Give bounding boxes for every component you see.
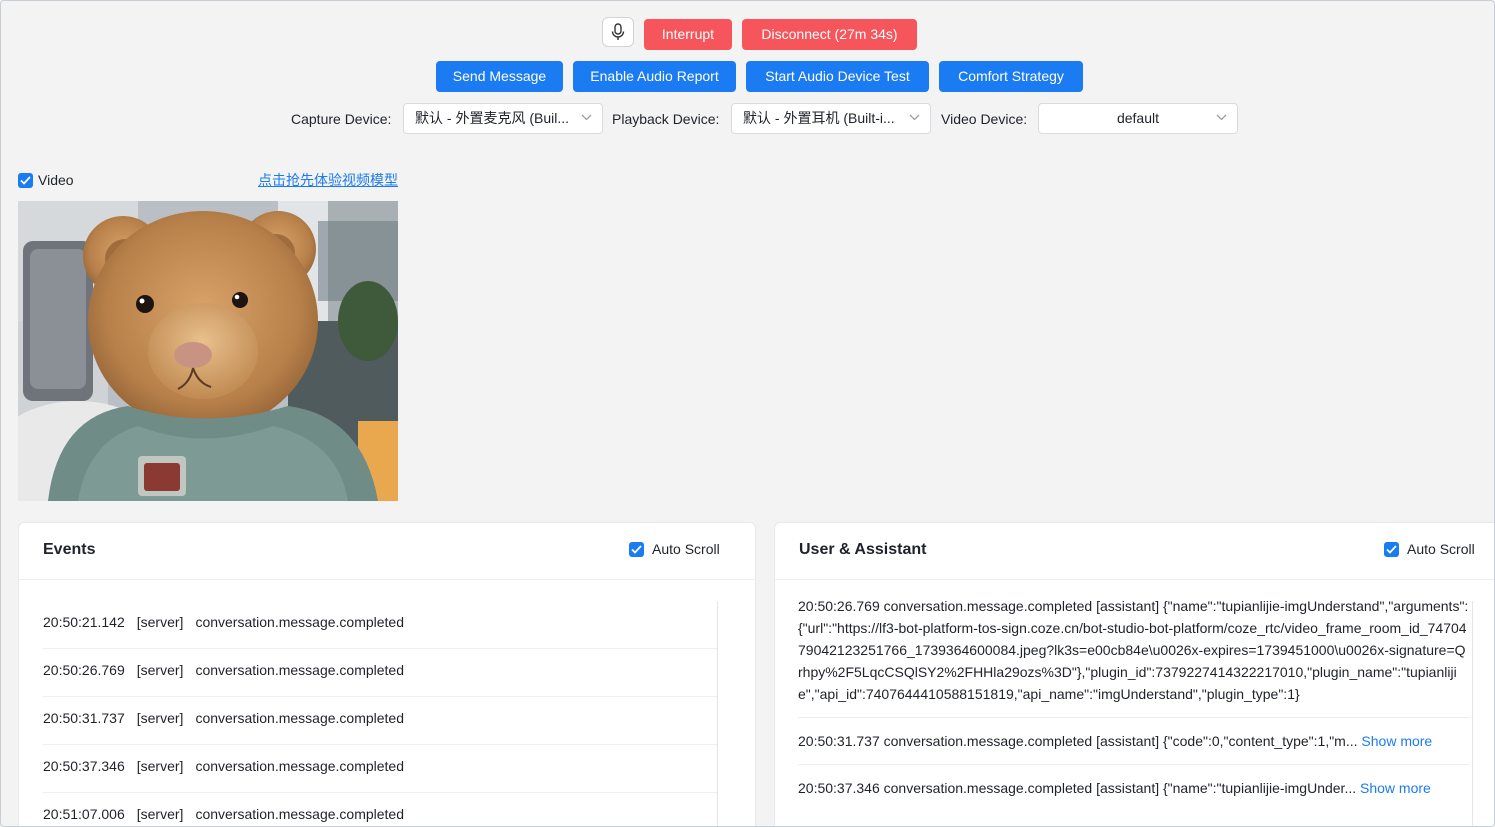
- event-time: 20:50:31.737: [43, 710, 125, 726]
- user-assistant-title: User & Assistant: [799, 541, 927, 558]
- show-more-link[interactable]: Show more: [1360, 780, 1431, 796]
- events-list: 20:50:21.142 [server] conversation.message…: [43, 601, 717, 826]
- message-text: 20:50:37.346 conversation.message.comple…: [798, 780, 1357, 796]
- list-item: 20:50:21.142 [server] conversation.message…: [43, 601, 717, 649]
- chevron-down-icon: [581, 114, 592, 121]
- video-preview: [18, 201, 398, 501]
- video-device-label: Video Device:: [941, 111, 1028, 127]
- video-device-select[interactable]: default: [1038, 103, 1238, 134]
- event-source: [server]: [136, 806, 184, 822]
- playback-device-label: Playback Device:: [612, 111, 720, 127]
- events-panel-header: Events Auto Scroll: [19, 523, 755, 580]
- user-assistant-panel-header: User & Assistant Auto Scroll: [775, 523, 1494, 580]
- checkbox-checked-icon[interactable]: [629, 541, 644, 557]
- event-source: [server]: [136, 614, 184, 630]
- event-source: [server]: [136, 662, 184, 678]
- user-assistant-panel: User & Assistant Auto Scroll 20:50:26.76…: [774, 522, 1494, 826]
- checkbox-checked-icon[interactable]: [1384, 541, 1399, 557]
- events-auto-scroll-label: Auto Scroll: [652, 541, 720, 557]
- comfort-strategy-button[interactable]: Comfort Strategy: [939, 61, 1083, 92]
- event-source: [server]: [136, 758, 184, 774]
- app-window: Interrupt Disconnect (27m 34s) Send Mess…: [0, 0, 1495, 827]
- send-message-button[interactable]: Send Message: [436, 61, 563, 92]
- video-frame-image: [18, 201, 398, 501]
- microphone-button[interactable]: [602, 17, 634, 47]
- user-assistant-auto-scroll[interactable]: Auto Scroll: [1384, 541, 1475, 557]
- event-name: conversation.message.completed: [195, 614, 404, 630]
- chevron-down-icon: [909, 114, 920, 121]
- event-name: conversation.message.completed: [195, 662, 404, 678]
- events-panel: Events Auto Scroll 20:50:21.142 [server] c…: [18, 522, 756, 826]
- user-assistant-list: 20:50:26.769 conversation.message.comple…: [798, 598, 1470, 811]
- capture-device-select[interactable]: 默认 - 外置麦克风 (Buil...: [403, 103, 603, 134]
- list-item: 20:50:31.737 [server] conversation.message…: [43, 697, 717, 745]
- event-time: 20:50:37.346: [43, 758, 125, 774]
- capture-device-label: Capture Device:: [291, 111, 392, 127]
- enable-audio-report-button[interactable]: Enable Audio Report: [573, 61, 736, 92]
- playback-device-value: 默认 - 外置耳机 (Built-i...: [743, 110, 895, 126]
- user-assistant-scrollbar[interactable]: [1472, 601, 1473, 826]
- event-time: 20:51:07.006: [43, 806, 125, 822]
- disconnect-button[interactable]: Disconnect (27m 34s): [742, 19, 917, 50]
- event-name: conversation.message.completed: [195, 806, 404, 822]
- list-item: 20:50:26.769 conversation.message.comple…: [798, 595, 1470, 718]
- chevron-down-icon: [1216, 114, 1227, 121]
- event-name: conversation.message.completed: [195, 758, 404, 774]
- message-text: 20:50:31.737 conversation.message.comple…: [798, 733, 1358, 749]
- video-toggle[interactable]: Video: [18, 172, 74, 188]
- list-item: 20:50:31.737 conversation.message.comple…: [798, 718, 1470, 765]
- start-audio-device-test-button[interactable]: Start Audio Device Test: [746, 61, 929, 92]
- interrupt-button[interactable]: Interrupt: [644, 19, 732, 50]
- user-assistant-auto-scroll-label: Auto Scroll: [1407, 541, 1475, 557]
- event-time: 20:50:21.142: [43, 614, 125, 630]
- video-checkbox-label: Video: [38, 172, 74, 188]
- video-model-link[interactable]: 点击抢先体验视频模型: [258, 171, 398, 189]
- video-device-value: default: [1116, 110, 1160, 126]
- playback-device-select[interactable]: 默认 - 外置耳机 (Built-i...: [731, 103, 931, 134]
- list-item: 20:51:07.006 [server] conversation.message…: [43, 793, 717, 826]
- show-more-link[interactable]: Show more: [1361, 733, 1432, 749]
- events-scrollbar[interactable]: [717, 601, 718, 826]
- event-source: [server]: [136, 710, 184, 726]
- event-time: 20:50:26.769: [43, 662, 125, 678]
- event-name: conversation.message.completed: [195, 710, 404, 726]
- list-item: 20:50:37.346 conversation.message.comple…: [798, 765, 1470, 811]
- checkbox-checked-icon[interactable]: [18, 172, 33, 188]
- list-item: 20:50:37.346 [server] conversation.message…: [43, 745, 717, 793]
- events-auto-scroll[interactable]: Auto Scroll: [629, 541, 720, 557]
- microphone-icon: [611, 23, 625, 40]
- list-item: 20:50:26.769 [server] conversation.message…: [43, 649, 717, 697]
- capture-device-value: 默认 - 外置麦克风 (Buil...: [415, 110, 570, 126]
- events-title: Events: [43, 541, 96, 558]
